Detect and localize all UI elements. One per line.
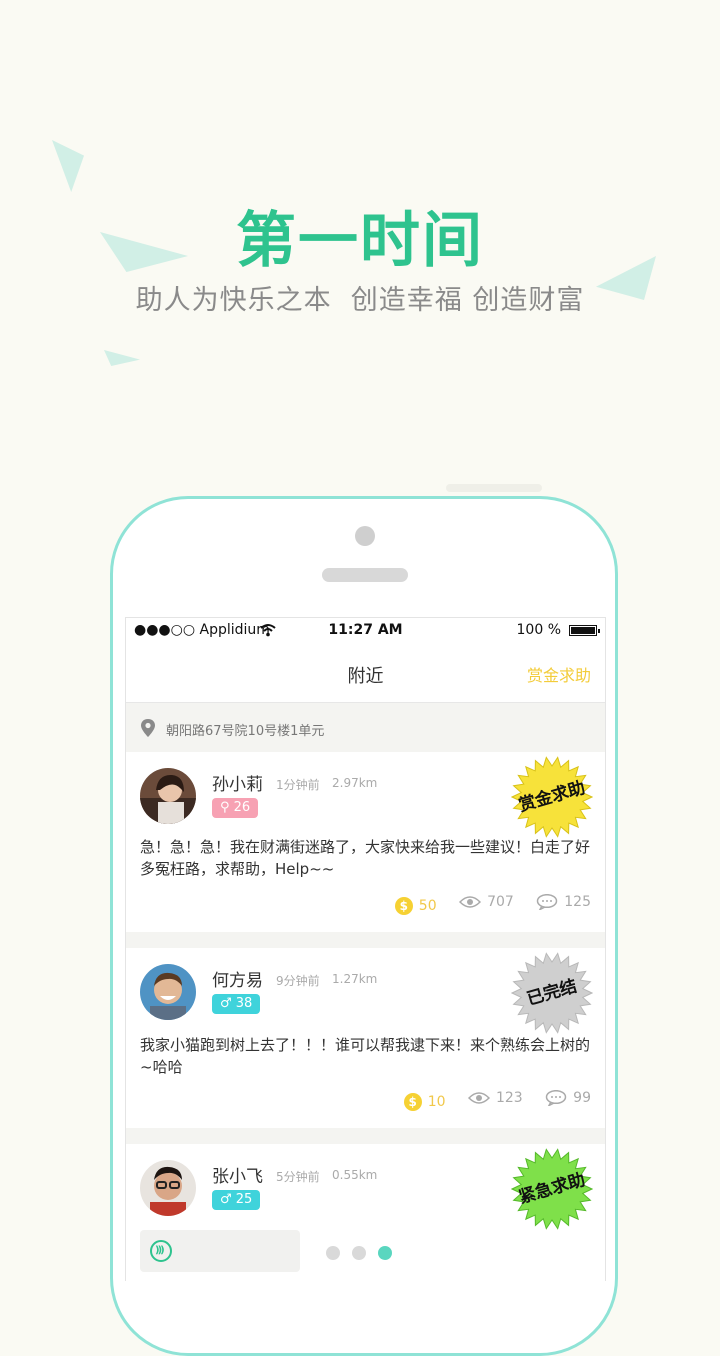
coin-icon: $ bbox=[403, 1093, 422, 1111]
post-content: 我家小猫跑到树上去了！！！谁可以帮我逮下来！来个熟练会上树的~哈哈 bbox=[140, 1036, 591, 1076]
comments-count: 125 bbox=[564, 894, 591, 910]
location-bar[interactable]: 朝阳路67号院10号楼1单元 bbox=[126, 708, 605, 748]
user-badge: ♂ 38 bbox=[212, 994, 261, 1014]
comment-icon bbox=[537, 894, 558, 910]
avatar[interactable] bbox=[140, 1160, 196, 1216]
decor-shadow bbox=[446, 484, 542, 492]
page-dot[interactable] bbox=[326, 1246, 340, 1260]
eye-icon bbox=[467, 1092, 490, 1104]
page-dot-active[interactable] bbox=[378, 1246, 392, 1260]
list-item[interactable]: 孙小莉 1分钟前 2.97km ⚲ 26 赏金求助 急！急！急！我在财满街迷路了… bbox=[126, 752, 605, 932]
views-stat: 123 bbox=[467, 1090, 523, 1106]
views-count: 707 bbox=[487, 894, 514, 910]
comments-stat[interactable]: 99 bbox=[545, 1090, 591, 1106]
reward-stat: $ 50 bbox=[394, 897, 437, 915]
list-item[interactable]: 何方易 9分钟前 1.27km ♂ 38 已完结 我家小猫跑到树上去了！！！谁可… bbox=[126, 948, 605, 1128]
voice-message[interactable] bbox=[140, 1230, 300, 1272]
nav-bar: 附近 赏金求助 bbox=[126, 644, 605, 703]
voice-icon bbox=[150, 1240, 172, 1262]
battery-icon bbox=[569, 625, 600, 636]
phone-speaker bbox=[322, 568, 408, 582]
decor-leaf bbox=[104, 350, 140, 366]
comments-stat[interactable]: 125 bbox=[536, 894, 591, 910]
post-time: 9分钟前 bbox=[276, 974, 320, 988]
user-name: 何方易 bbox=[212, 971, 263, 991]
reward-help-stamp: 赏金求助 bbox=[510, 756, 594, 838]
reward-value: 50 bbox=[418, 898, 437, 914]
post-distance: 1.27km bbox=[332, 972, 378, 986]
views-stat: 707 bbox=[459, 894, 514, 910]
user-name: 孙小莉 bbox=[212, 775, 263, 795]
avatar[interactable] bbox=[140, 964, 196, 1020]
decor-leaf bbox=[52, 140, 84, 192]
user-badge: ♂ 25 bbox=[212, 1190, 261, 1210]
reward-stat: $ 10 bbox=[403, 1093, 446, 1111]
status-bar: ●●●○○ Applidium 11:27 AM 100 % bbox=[126, 618, 605, 644]
completed-stamp: 已完结 bbox=[510, 952, 594, 1034]
post-stats: $ 10 123 99 bbox=[386, 1090, 591, 1112]
post-content: 急！急！急！我在财满街迷路了，大家快来给我一些建议！白走了好多冤枉路，求帮助，H… bbox=[140, 838, 591, 878]
post-distance: 0.55km bbox=[332, 1168, 378, 1182]
urgent-help-stamp: 紧急求助 bbox=[510, 1148, 594, 1230]
post-time: 5分钟前 bbox=[276, 1170, 320, 1184]
post-time: 1分钟前 bbox=[276, 778, 320, 792]
user-name: 张小飞 bbox=[212, 1167, 263, 1187]
page-indicator bbox=[326, 1245, 404, 1261]
user-badge: ⚲ 26 bbox=[212, 798, 259, 818]
eye-icon bbox=[459, 896, 482, 908]
page-dot[interactable] bbox=[352, 1246, 366, 1260]
avatar[interactable] bbox=[140, 768, 196, 824]
hero-title: 第一时间 bbox=[236, 206, 484, 276]
phone-screen: ●●●○○ Applidium 11:27 AM 100 % 附近 赏金求助 朝… bbox=[125, 617, 606, 1281]
post-distance: 2.97km bbox=[332, 776, 378, 790]
phone-camera bbox=[355, 526, 375, 546]
location-pin-icon bbox=[141, 719, 155, 737]
comment-icon bbox=[545, 1090, 567, 1106]
reward-value: 10 bbox=[427, 1094, 446, 1110]
views-count: 123 bbox=[495, 1090, 523, 1106]
battery-label: 100 % bbox=[516, 622, 561, 638]
coin-icon: $ bbox=[394, 897, 413, 915]
comments-count: 99 bbox=[573, 1090, 591, 1106]
post-stats: $ 50 707 125 bbox=[377, 894, 591, 916]
reward-help-button[interactable]: 赏金求助 bbox=[527, 662, 591, 686]
location-address: 朝阳路67号院10号楼1单元 bbox=[166, 724, 325, 739]
hero-subtitle: 助人为快乐之本 创造幸福 创造财富 bbox=[135, 285, 585, 316]
